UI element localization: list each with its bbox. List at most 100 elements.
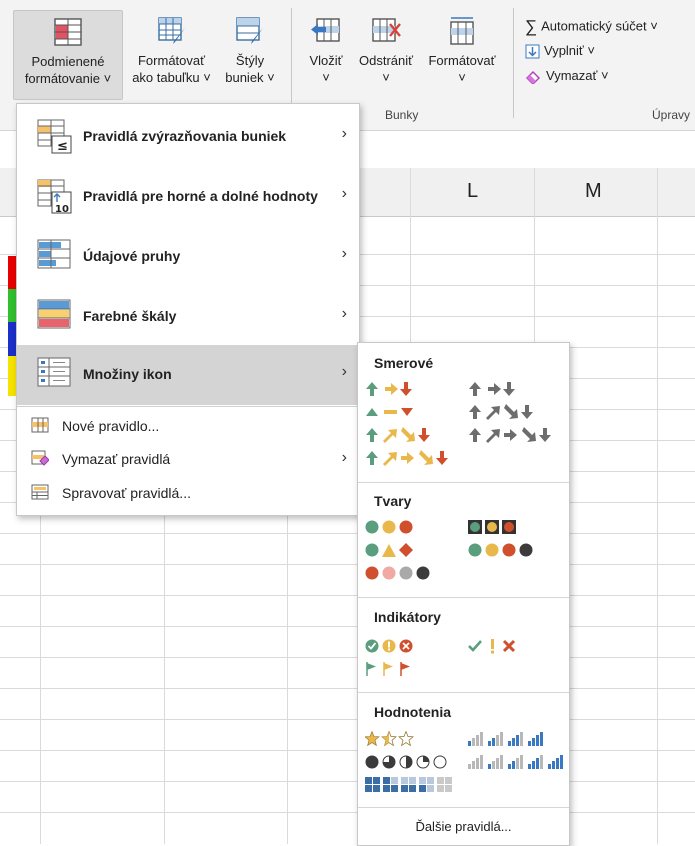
arrows-colored-3-icon [366,382,412,396]
delete-cells-button[interactable]: Odstrániť ˅ [352,10,420,86]
eraser-icon [526,71,540,85]
icon-set-3-stars[interactable] [364,730,425,752]
format-cells-icon [450,17,474,45]
fill-label: Vyplniť ˅ [544,43,596,58]
format-cells-button[interactable]: Formátovať ˅ [421,10,503,86]
boxes-5-icon [365,777,452,792]
format-as-table-icon [157,17,185,44]
icon-set-5-boxes[interactable] [365,777,461,798]
icon-set-3-flags[interactable] [365,661,425,682]
icon-set-3-arrows-colored[interactable] [365,381,425,402]
cell-styles-button[interactable]: Štýly buniek ˅ [220,10,280,86]
chevron-right-icon: › [341,185,347,202]
signal-bars-5-icon [468,755,563,769]
insert-cells-button[interactable]: Vložiť ˅ [300,10,352,86]
icon-set-4-ratings-bars[interactable] [468,731,548,752]
highlight-rules-label: Pravidlá zvýrazňovania buniek [83,128,287,144]
icon-set-3-traffic-lights[interactable] [365,519,425,540]
symbols-uncircled-icon [468,639,516,654]
manage-rules-label: Spravovať pravidlá... [62,485,191,501]
clear-rules-label: Vymazať pravidlá [62,451,171,467]
fill-button[interactable]: Vyplniť ˅ [525,43,595,59]
ribbon-separator [291,8,292,118]
sigma-icon: ∑ [525,17,538,36]
chevron-right-icon: › [341,245,347,262]
icon-sets-label: Množiny ikon [83,366,172,382]
menu-separator [17,406,359,407]
menu-item-icon-sets[interactable]: Množiny ikon › [17,345,359,405]
clear-button[interactable]: Vymazať ˅ [525,68,609,85]
arrows-gray-3-icon [469,382,515,396]
menu-item-manage-rules[interactable]: Spravovať pravidlá... [17,478,359,508]
icon-set-3-traffic-lights-rimmed[interactable] [468,519,528,540]
symbols-circled-icon [365,639,413,653]
format-cells-label: Formátovať [428,53,496,68]
section-heading-indicators: Indikátory [374,609,441,625]
icon-set-3-symbols[interactable] [468,638,528,659]
stars-3-icon [364,730,414,747]
signs-3-icon [365,543,413,557]
section-heading-directional: Smerové [374,355,434,371]
conditional-formatting-label-2: formátovanie ˅ [24,71,112,86]
grid-line [0,595,695,596]
icon-set-3-triangles[interactable] [365,404,425,425]
icon-set-3-arrows-gray[interactable] [468,381,528,402]
svg-text:≤: ≤ [57,139,68,154]
arrows-colored-4-icon [366,427,430,443]
cell-styles-label-2: buniek ˅ [225,70,275,85]
icon-set-4-arrows-gray[interactable] [468,404,548,425]
chevron-right-icon: › [341,305,347,322]
menu-item-color-scales[interactable]: Farebné škály › [17,287,359,347]
ribbon-separator [513,8,514,118]
fill-down-icon [525,44,540,59]
new-rule-label: Nové pravidlo... [62,418,160,434]
arrows-colored-5-icon [366,450,448,466]
new-rule-icon [31,417,49,433]
grid-line [0,719,695,720]
delete-cells-dropdown: ˅ [382,70,390,85]
icon-set-red-to-black[interactable] [365,565,445,586]
menu-item-new-rule[interactable]: Nové pravidlo... [17,411,359,441]
format-as-table-label: Formátovať [137,53,205,68]
column-l-label: L [467,180,479,202]
icon-set-5-quarters[interactable] [365,754,461,775]
conditional-formatting-menu: ≤ Pravidlá zvýrazňovania buniek › 10 Pra… [16,103,360,516]
icon-set-3-symbols-circled[interactable] [365,638,425,659]
arrows-gray-5-icon [469,427,551,443]
icon-set-5-arrows-colored[interactable] [365,450,461,471]
cell-fill-green [8,289,16,322]
column-header-m[interactable]: M [535,168,657,216]
menu-item-data-bars[interactable]: Údajové pruhy › [17,227,359,287]
icon-set-3-signs[interactable] [365,542,425,563]
autosum-button[interactable]: ∑ Automatický súčet ˅ [525,17,658,37]
icon-set-5-arrows-gray[interactable] [468,427,564,448]
format-as-table-button[interactable]: Formátovať ako tabuľku ˅ [124,10,219,86]
icon-set-4-traffic-lights[interactable] [468,542,548,563]
column-header-l[interactable]: L [411,168,535,216]
traffic-lights-rimmed-icon [468,520,516,534]
grid-line [0,688,695,689]
icon-set-4-arrows-colored[interactable] [365,427,445,448]
grid-line [0,750,695,751]
section-heading-ratings: Hodnotenia [374,704,451,720]
menu-item-top-bottom-rules[interactable]: 10 Pravidlá pre horné a dolné hodnoty › [17,167,359,227]
more-rules-button[interactable]: Ďalšie pravidlá... [358,819,569,834]
menu-item-clear-rules[interactable]: Vymazať pravidlá › [17,444,359,474]
cell-styles-icon [236,17,263,44]
insert-cells-dropdown: ˅ [322,70,330,85]
clear-label: Vymazať ˅ [546,68,609,83]
cell-fill-blue [8,322,16,356]
clear-rules-icon [31,450,49,466]
conditional-formatting-button[interactable]: Podmienené formátovanie ˅ [13,10,123,100]
cells-group-label: Bunky [385,108,419,122]
submenu-separator [358,692,569,693]
data-bars-icon [37,239,71,269]
red-to-black-icon [365,566,430,580]
grid-line [0,564,695,565]
traffic-lights-3-icon [365,520,413,534]
top-bottom-rules-label: Pravidlá pre horné a dolné hodnoty [83,188,318,204]
menu-item-highlight-rules[interactable]: ≤ Pravidlá zvýrazňovania buniek › [17,107,359,167]
conditional-formatting-label: Podmienené [31,54,105,69]
icon-set-5-ratings-bars[interactable] [468,754,564,775]
editing-group-label: Úpravy [652,108,691,122]
